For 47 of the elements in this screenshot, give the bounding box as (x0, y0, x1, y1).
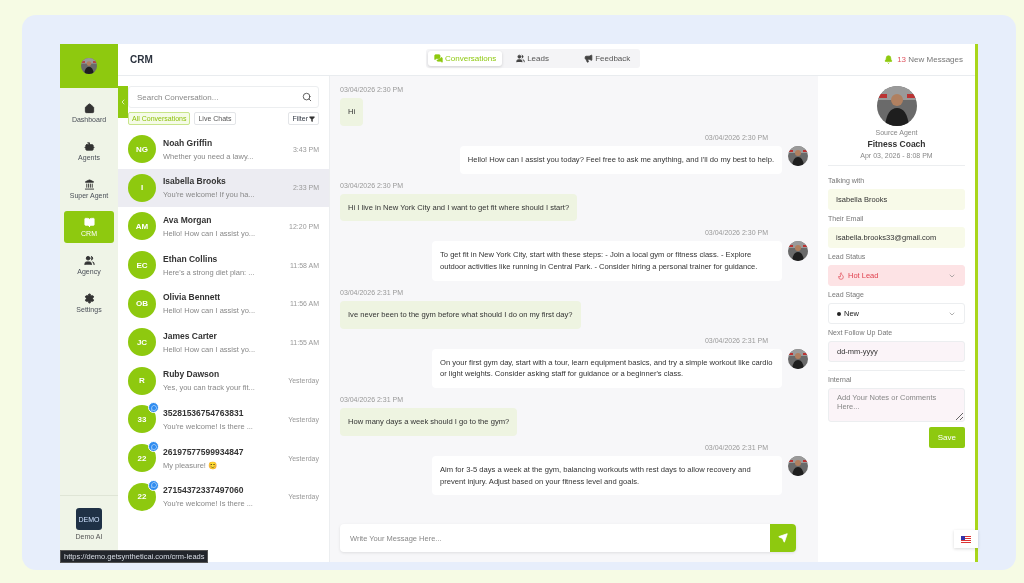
avatar: 22 (128, 444, 156, 473)
contact-name: Ava Morgan (163, 215, 213, 225)
nav-icon (83, 293, 95, 304)
contact-name: 26197577599934847 (163, 446, 245, 457)
bell-icon[interactable] (884, 55, 894, 64)
nav-icon (83, 255, 95, 266)
contact-name: Noah Griffin (163, 137, 214, 148)
tab[interactable]: Feedback (578, 51, 639, 66)
contact-name: Ruby Dawson (163, 369, 221, 380)
search-bar[interactable]: Search Conversation... (128, 86, 319, 108)
avatar: I (128, 173, 156, 202)
contact-name: James Carter (163, 330, 218, 341)
avatar: 22 (128, 482, 156, 511)
contact-name: Ethan Collins (163, 253, 219, 264)
nav-icon (83, 141, 95, 152)
nav-icon (83, 103, 95, 114)
send-button[interactable] (770, 524, 796, 552)
notification-text: 13 New Messages (897, 55, 963, 64)
tab-icon (516, 54, 526, 63)
tab[interactable]: Leads (510, 51, 571, 66)
avatar: 33 (128, 405, 156, 434)
language-button[interactable] (954, 530, 978, 548)
dot-icon (837, 311, 841, 316)
nav-icon (83, 217, 95, 228)
avatar: OB (128, 289, 156, 318)
avatar: R (128, 366, 156, 395)
chevron-left-icon (119, 98, 127, 106)
collapse-button[interactable] (118, 86, 128, 118)
avatar: JC (128, 328, 156, 357)
search-icon (302, 92, 312, 102)
contact-name: Olivia Bennett (163, 292, 222, 303)
contact-name: 27154372337497060 (163, 485, 245, 496)
avatar: AM (128, 212, 156, 241)
flame-icon (837, 271, 845, 280)
search-field[interactable]: Search Conversation... (137, 87, 302, 107)
tab-icon (434, 54, 443, 63)
tab-icon (584, 54, 594, 63)
contact-name: Isabella Brooks (163, 176, 227, 187)
avatar: NG (128, 135, 156, 164)
flag-icon (961, 535, 971, 543)
nav-icon (83, 179, 95, 190)
send-icon (778, 533, 788, 543)
page-title: CRM (130, 54, 153, 65)
avatar: EC (128, 251, 156, 280)
funnel-icon (309, 115, 315, 122)
contact-name: 35281536754763831 (163, 407, 245, 418)
agent-name: Fitness Coach (867, 139, 926, 149)
